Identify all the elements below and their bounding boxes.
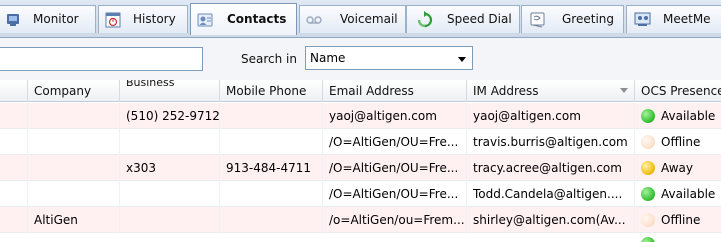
tab-voicemail[interactable]: Voicemail bbox=[299, 5, 406, 33]
cell-ocs-presence: Offline bbox=[635, 207, 721, 233]
available-status-icon bbox=[641, 237, 655, 242]
cell-ocs-presence: Available bbox=[635, 181, 721, 207]
tab-label: Voicemail bbox=[340, 12, 398, 26]
available-status-icon bbox=[641, 109, 655, 123]
tab-label: Greeting bbox=[562, 12, 614, 26]
row-selector[interactable] bbox=[0, 129, 28, 155]
row-selector[interactable] bbox=[0, 155, 28, 181]
cell-im-address: tracy.acree@altigen.com bbox=[467, 155, 635, 181]
row-selector-header[interactable] bbox=[0, 80, 28, 102]
cell-business bbox=[120, 207, 220, 233]
cell-ocs-presence: Away bbox=[635, 155, 721, 181]
presence-label: Offline bbox=[661, 135, 701, 149]
cell-mobile-phone bbox=[220, 181, 323, 207]
cell-company bbox=[28, 103, 120, 129]
search-bar: Search in Name bbox=[0, 38, 721, 80]
cell-im-address: Todd.Candela@altigen.... bbox=[467, 181, 635, 207]
sort-descending-icon bbox=[620, 88, 628, 93]
cell-company bbox=[28, 129, 120, 155]
search-in-label: Search in bbox=[241, 52, 297, 66]
offline-status-icon bbox=[641, 213, 655, 227]
cell-ocs-presence: Available bbox=[635, 103, 721, 129]
cell-email-address: /O=AltiGen/OU=Fre... bbox=[323, 155, 467, 181]
cell-email-address: /O=AltiGen/OU=Fre... bbox=[323, 181, 467, 207]
contacts-grid: Company Business Mobile Phone Email Addr… bbox=[0, 80, 721, 242]
presence-label: Offline bbox=[661, 213, 701, 227]
tab-monitor[interactable]: Monitor bbox=[0, 5, 96, 33]
search-in-dropdown[interactable]: Name bbox=[305, 46, 473, 70]
table-row[interactable]: AltiGen /o=AltiGen/ou=Frem... shirley@al… bbox=[0, 207, 721, 233]
cell-business: x303 bbox=[120, 155, 220, 181]
tab-label: History bbox=[133, 12, 176, 26]
column-header-ocs-presence[interactable]: OCS Presence bbox=[635, 80, 721, 102]
cell-im-address: travis.burris@altigen.com bbox=[467, 129, 635, 155]
cell-ocs-presence: Offline bbox=[635, 129, 721, 155]
speed-dial-icon bbox=[415, 11, 435, 29]
meetme-icon bbox=[633, 11, 653, 29]
tab-speed-dial[interactable]: Speed Dial bbox=[406, 5, 520, 33]
column-header-mobile-phone[interactable]: Mobile Phone bbox=[220, 80, 323, 102]
cell-im-address: shirley@altigen.com(Av... bbox=[467, 207, 635, 233]
table-row[interactable]: (510) 252-9712 yaoj@altigen.com yaoj@alt… bbox=[0, 103, 721, 129]
tab-label: Monitor bbox=[33, 12, 79, 26]
column-header-im-address[interactable]: IM Address bbox=[467, 80, 635, 102]
presence-label: Available bbox=[661, 109, 716, 123]
tab-meetme[interactable]: MeetMe bbox=[626, 5, 721, 33]
history-icon bbox=[103, 11, 123, 29]
cell-mobile-phone: 913-484-4711 bbox=[220, 155, 323, 181]
cell-business: (510) 252-9712 bbox=[120, 103, 220, 129]
grid-header: Company Business Mobile Phone Email Addr… bbox=[0, 80, 721, 102]
row-selector[interactable] bbox=[0, 103, 28, 129]
row-selector[interactable] bbox=[0, 181, 28, 207]
search-input[interactable] bbox=[0, 47, 203, 71]
row-selector[interactable] bbox=[0, 207, 28, 233]
table-row[interactable]: /O=AltiGen/OU=Fre... Todd.Candela@altige… bbox=[0, 181, 721, 207]
cell-company bbox=[28, 155, 120, 181]
table-row[interactable]: /O=AltiGen/OU=Fre... travis.burris@altig… bbox=[0, 129, 721, 155]
tab-greeting[interactable]: Greeting bbox=[521, 5, 624, 33]
cell-mobile-phone bbox=[220, 129, 323, 155]
column-header-label: IM Address bbox=[473, 84, 539, 98]
cell-business bbox=[120, 129, 220, 155]
cell-company bbox=[28, 181, 120, 207]
tab-contacts[interactable]: Contacts bbox=[190, 3, 297, 35]
column-header-label: Business bbox=[126, 80, 175, 89]
available-status-icon bbox=[641, 187, 655, 201]
cell-email-address: yaoj@altigen.com bbox=[323, 103, 467, 129]
tab-bar: Monitor History Contacts Voicemail Speed… bbox=[0, 0, 721, 38]
presence-label: Available bbox=[661, 187, 716, 201]
tab-label: MeetMe bbox=[663, 12, 711, 26]
tab-history[interactable]: History bbox=[98, 5, 188, 33]
greeting-icon bbox=[528, 11, 548, 29]
cell-mobile-phone bbox=[220, 207, 323, 233]
cell-im-address: yaoj@altigen.com bbox=[467, 103, 635, 129]
monitor-icon bbox=[3, 11, 23, 29]
column-header-business[interactable]: Business bbox=[120, 80, 220, 102]
cell-mobile-phone bbox=[220, 103, 323, 129]
column-header-company[interactable]: Company bbox=[28, 80, 120, 102]
search-in-value: Name bbox=[310, 51, 346, 65]
cell-email-address: /O=AltiGen/OU=Fre... bbox=[323, 129, 467, 155]
tab-label: Speed Dial bbox=[447, 12, 512, 26]
cell-email-address: /o=AltiGen/ou=Frem... bbox=[323, 207, 467, 233]
cell-business bbox=[120, 181, 220, 207]
column-header-email-address[interactable]: Email Address bbox=[323, 80, 467, 102]
cell-company: AltiGen bbox=[28, 207, 120, 233]
away-status-icon bbox=[641, 161, 655, 175]
table-row[interactable] bbox=[0, 233, 721, 242]
contacts-icon bbox=[195, 11, 215, 29]
chevron-down-icon[interactable] bbox=[458, 57, 466, 62]
offline-status-icon bbox=[641, 135, 655, 149]
voicemail-icon bbox=[304, 11, 324, 29]
tab-label: Contacts bbox=[227, 12, 287, 26]
presence-label: Away bbox=[661, 161, 693, 175]
table-row[interactable]: x303 913-484-4711 /O=AltiGen/OU=Fre... t… bbox=[0, 155, 721, 181]
